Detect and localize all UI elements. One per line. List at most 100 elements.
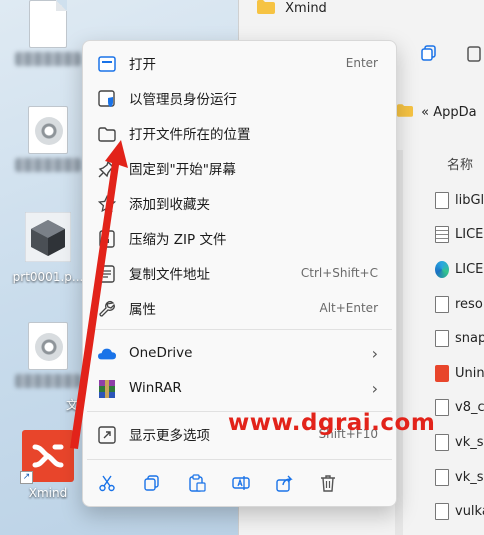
file-icon [435,295,449,313]
disc-image-icon [28,322,68,370]
address-bar[interactable]: « AppDa [397,104,477,120]
menu-item-shortcut: Ctrl+Shift+C [300,266,378,280]
rename-button[interactable] [227,469,255,497]
winrar-icon [98,380,116,398]
file-list: libGl LICE LICE reso snap Unin v8_c vk_s… [435,183,484,529]
menu-item-shortcut: Enter [345,56,378,70]
chevron-right-icon: › [371,343,378,363]
menu-item-label: 显示更多选项 [129,428,210,444]
settings-file-icon [435,503,449,521]
file-icon [435,330,449,348]
desktop-stray-label: 文 [66,398,79,412]
menu-item-label: 打开文件所在的位置 [129,127,251,143]
shield-window-icon [98,90,116,108]
blurred-file-label [15,52,81,66]
menu-item-run-as-admin[interactable]: 以管理员身份运行 [87,81,392,115]
list-item[interactable]: vk_s [435,460,484,495]
menu-item-open[interactable]: 打开 Enter [87,46,392,80]
list-item[interactable]: Unin [435,356,484,391]
menu-item-label: OneDrive [129,345,193,361]
menu-item-label: 添加到收藏夹 [129,197,210,213]
list-item[interactable]: LICE [435,218,484,253]
delete-button[interactable] [314,469,342,497]
copy-button[interactable] [138,469,166,497]
menu-item-properties[interactable]: 属性 Alt+Enter [87,291,392,325]
desktop-icon-label: prt0001.p... [12,270,84,284]
share-button[interactable] [271,469,299,497]
desktop-icon-disc-image-2[interactable] [8,322,88,388]
file-icon [29,0,67,48]
menu-item-onedrive[interactable]: OneDrive › [87,336,392,370]
menu-separator [87,459,392,460]
copy-icon [144,475,159,491]
xmind-app-icon: ↗ [20,430,74,484]
cut-icon [99,475,115,492]
file-icon [435,191,449,209]
list-item[interactable]: v8_c [435,391,484,426]
menu-item-label: 打开 [129,57,156,73]
menu-item-label: 属性 [129,302,156,318]
menu-item-copy-path[interactable]: 复制文件地址 Ctrl+Shift+C [87,256,392,290]
settings-file-icon [435,433,449,451]
paste-button[interactable] [183,469,211,497]
list-item[interactable]: vulka [435,494,484,529]
list-item[interactable]: snap [435,321,484,356]
paste-icon [189,474,206,492]
context-menu-action-bar [83,465,398,501]
desktop-icon-blank-file[interactable] [8,0,88,66]
window-title: Xmind [257,0,327,20]
list-item[interactable]: libGl [435,183,484,218]
paste-toolbar-button[interactable] [465,44,484,66]
cut-button[interactable] [93,469,121,497]
share-icon [276,475,293,492]
disc-image-icon [28,106,68,154]
rename-icon [232,476,250,490]
file-icon [435,468,449,486]
chevron-right-icon: › [371,378,378,398]
watermark-text: www.dgrai.com [228,410,436,436]
window-title-text: Xmind [285,1,327,16]
pin-icon [98,160,116,178]
menu-item-label: 压缩为 ZIP 文件 [129,232,227,248]
blurred-file-label [15,374,81,388]
menu-item-compress-zip[interactable]: 压缩为 ZIP 文件 [87,221,392,255]
folder-icon [397,104,413,117]
copy-toolbar-button[interactable] [420,44,442,66]
edge-icon [435,260,449,278]
blurred-file-label [15,158,81,172]
xmind-uninstall-icon [435,364,449,382]
desktop-icon-disc-image-1[interactable] [8,106,88,172]
menu-separator [87,329,392,330]
menu-item-winrar[interactable]: WinRAR › [87,371,392,405]
folder-icon [257,0,275,14]
wrench-icon [98,300,116,318]
copy-path-icon [98,265,116,283]
delete-icon [321,475,335,492]
folder-icon [98,125,116,143]
address-path-text: « AppDa [421,105,477,120]
desktop-icon-xmind[interactable]: ↗ Xmind [8,430,88,500]
menu-item-label: WinRAR [129,380,182,396]
shortcut-arrow-icon: ↗ [20,471,33,484]
star-icon [98,195,116,213]
menu-item-add-to-favorites[interactable]: 添加到收藏夹 [87,186,392,220]
show-more-icon [98,426,116,444]
menu-item-label: 以管理员身份运行 [129,92,237,108]
menu-item-pin-to-start[interactable]: 固定到"开始"屏幕 [87,151,392,185]
list-item[interactable]: reso [435,287,484,322]
column-header-name[interactable]: 名称 [447,154,473,173]
desktop-icon-label: Xmind [28,486,68,500]
list-item[interactable]: vk_s [435,425,484,460]
list-item[interactable]: LICE [435,252,484,287]
text-file-icon [435,226,449,244]
open-window-icon [98,55,116,73]
desktop-icon-cube-file[interactable]: prt0001.p... [8,211,88,284]
zip-icon [98,230,116,248]
menu-item-label: 固定到"开始"屏幕 [129,162,236,178]
menu-item-shortcut: Alt+Enter [319,301,378,315]
file-icon [435,399,449,417]
cube-icon [24,211,72,263]
menu-item-open-file-location[interactable]: 打开文件所在的位置 [87,116,392,150]
menu-item-label: 复制文件地址 [129,267,210,283]
onedrive-cloud-icon [98,345,116,363]
